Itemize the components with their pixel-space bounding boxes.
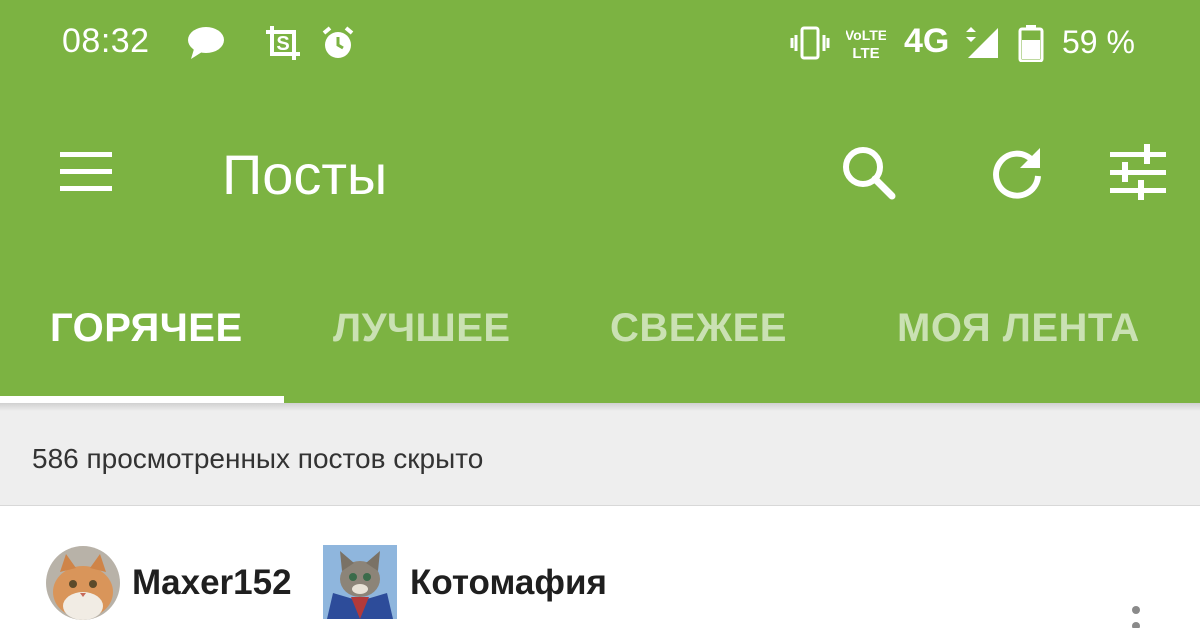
post-community[interactable]: Котомафия [410, 563, 607, 603]
search-button[interactable] [838, 142, 900, 204]
chat-bubble-icon [186, 24, 226, 62]
screenshot-icon: S [264, 24, 304, 62]
battery-icon [1018, 24, 1044, 62]
tab-best[interactable]: ЛУЧШЕЕ [333, 306, 511, 351]
tab-indicator [0, 396, 284, 403]
network-type: 4G [904, 22, 950, 60]
menu-button[interactable] [58, 148, 116, 196]
vibrate-icon [790, 24, 830, 62]
status-time: 08:32 [62, 22, 150, 60]
page-title: Посты [222, 143, 388, 206]
refresh-button[interactable] [986, 142, 1048, 204]
more-vert-icon [1132, 606, 1140, 628]
app-header: 08:32 S VoLTE LTE 4G 59 % Посты ГОРЯЧЕЕ … [0, 0, 1200, 403]
filter-button[interactable] [1108, 142, 1170, 204]
svg-text:LTE: LTE [852, 45, 879, 62]
battery-percent: 59 % [1062, 24, 1135, 60]
tab-my-feed[interactable]: МОЯ ЛЕНТА [897, 306, 1140, 351]
volte-icon: VoLTE LTE [846, 24, 886, 62]
post-author[interactable]: Maxer152 [132, 563, 292, 603]
hidden-posts-text: 586 просмотренных постов скрыто [32, 443, 484, 474]
header-shadow [0, 403, 1200, 411]
tab-fresh[interactable]: СВЕЖЕЕ [610, 306, 787, 351]
community-avatar[interactable] [323, 545, 397, 619]
refresh-icon [993, 148, 1041, 199]
search-icon [843, 147, 896, 200]
avatar[interactable] [46, 546, 120, 620]
more-options-button[interactable] [1124, 600, 1148, 628]
svg-text:VoLTE: VoLTE [846, 27, 886, 43]
svg-text:S: S [276, 33, 289, 55]
filter-icon [1110, 144, 1166, 200]
tab-hot[interactable]: ГОРЯЧЕЕ [50, 306, 243, 351]
alarm-icon [320, 24, 356, 62]
menu-icon [60, 152, 112, 191]
signal-icon [962, 24, 1000, 62]
